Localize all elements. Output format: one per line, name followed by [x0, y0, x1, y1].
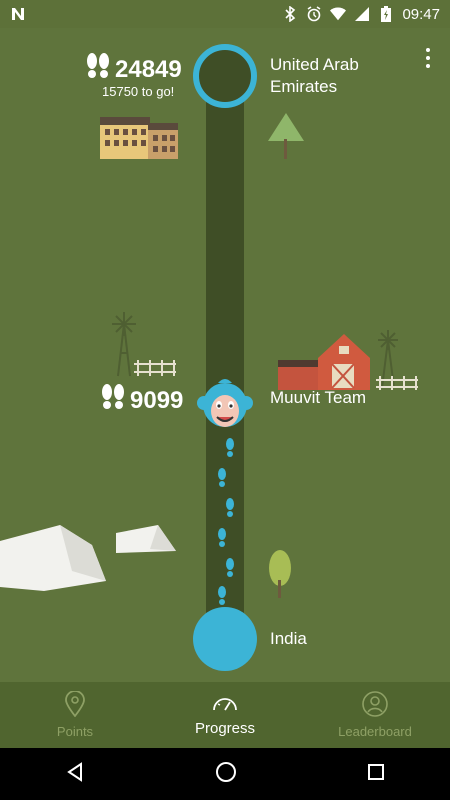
tree-small-illustration — [269, 550, 291, 598]
team-name: Muuvit Team — [270, 388, 367, 407]
footsteps-icon — [100, 383, 126, 418]
footprint-icon — [226, 498, 234, 517]
rocks-illustration — [0, 525, 176, 591]
bluetooth-icon — [282, 6, 298, 22]
progress-road — [206, 74, 244, 634]
signal-icon — [354, 6, 370, 22]
footprint-icon — [218, 586, 226, 605]
destination-steps: 24849 — [85, 52, 182, 87]
destination-marker[interactable] — [193, 44, 257, 108]
team-avatar[interactable] — [196, 375, 254, 435]
nav-progress[interactable]: Progress — [150, 682, 300, 748]
footsteps-icon — [85, 52, 111, 87]
home-icon[interactable] — [215, 761, 237, 788]
destination-name: United Arab Emirates — [270, 55, 359, 96]
footprint-icon — [218, 528, 226, 547]
user-icon — [362, 691, 388, 720]
barn-illustration — [278, 330, 418, 390]
footprint-icon — [218, 468, 226, 487]
back-icon[interactable] — [65, 761, 85, 787]
status-bar: 09:47 — [0, 0, 450, 28]
windmill-illustration — [112, 312, 176, 377]
origin-marker[interactable] — [193, 607, 257, 671]
steps-remaining: 15750 to go! — [102, 84, 175, 99]
recents-icon[interactable] — [367, 763, 385, 786]
nav-leaderboard[interactable]: Leaderboard — [300, 682, 450, 748]
overflow-menu-icon[interactable] — [426, 48, 430, 68]
origin-name: India — [270, 629, 307, 648]
tree-illustration — [268, 113, 304, 159]
system-navigation-bar — [0, 748, 450, 800]
wifi-icon — [330, 6, 347, 22]
townhouses-illustration — [100, 117, 178, 159]
status-time: 09:47 — [402, 5, 440, 23]
bottom-navigation: Points Progress Leaderboard — [0, 682, 450, 748]
footprint-icon — [226, 438, 234, 457]
battery-charging-icon — [378, 6, 394, 22]
n-notification-icon — [10, 6, 26, 22]
progress-map: 24849 15750 to go! United Arab Emirates … — [0, 28, 450, 682]
map-pin-icon — [64, 690, 86, 720]
footprint-icon — [226, 558, 234, 577]
team-steps: 9099 — [100, 383, 183, 418]
nav-points[interactable]: Points — [0, 682, 150, 748]
speedometer-icon — [211, 694, 239, 716]
alarm-icon — [306, 6, 322, 22]
